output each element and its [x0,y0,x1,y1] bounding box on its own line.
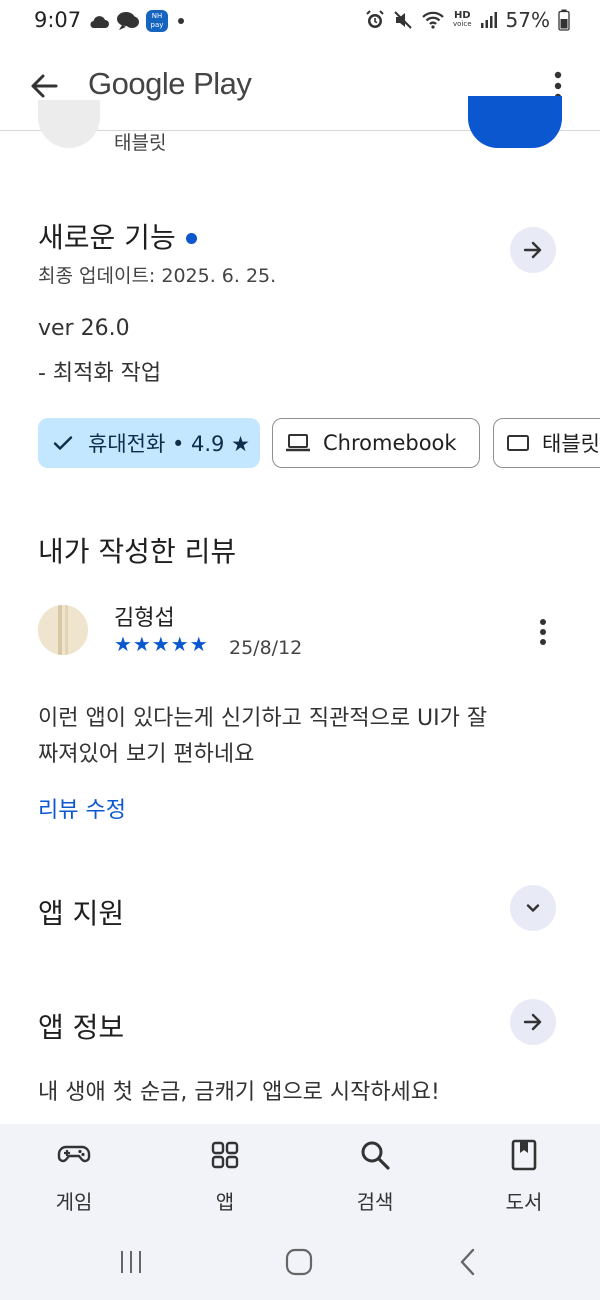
apps-grid-icon [211,1141,239,1169]
new-indicator-dot [185,233,197,244]
arrow-back-icon[interactable] [26,68,62,104]
review-text-line2: 짜져있어 보기 편하네요 [38,742,255,767]
hd-voice-icon: HD voice [453,11,472,29]
chip-tablet-label: 태블릿 [542,432,600,456]
my-review-title: 내가 작성한 리뷰 [38,535,237,568]
alarm-icon [366,10,384,28]
chip-chromebook[interactable]: Chromebook [272,418,480,468]
app-support-title[interactable]: 앱 지원 [38,892,124,932]
voice-label: voice [453,20,472,28]
chat-bubble-icon [117,12,139,30]
whats-new-arrow-button[interactable] [510,227,556,273]
search-icon [361,1141,390,1170]
edit-review-link[interactable]: 리뷰 수정 [38,792,126,824]
app-support-expand-button[interactable] [510,885,556,931]
avatar [38,605,88,655]
nav-item-games[interactable]: 게임 [24,1138,124,1215]
nav-label-search: 검색 [356,1190,394,1214]
chip-phone[interactable]: 휴대전화 • 4.9 ★ [38,418,260,468]
chip-chromebook-label: Chromebook [323,431,457,455]
arrow-forward-icon [523,241,542,259]
status-time: 9:07 [34,8,82,32]
nav-label-games: 게임 [55,1190,93,1214]
laptop-icon [286,434,310,452]
nav-item-books[interactable]: 도서 [474,1138,574,1215]
chip-phone-label: 휴대전화 • 4.9 ★ [88,432,250,456]
battery-icon [558,9,570,31]
app-info-description: 내 생애 첫 순금, 금캐기 앱으로 시작하세요! [38,1080,440,1105]
back-icon[interactable] [458,1248,478,1276]
avatar-image [38,605,88,655]
signal-icon [480,12,497,28]
recent-apps-icon[interactable] [118,1249,144,1275]
partial-subtitle: 태블릿 [114,132,167,154]
mute-icon [394,11,412,29]
arrow-forward-icon [523,1013,542,1031]
check-icon [53,436,73,450]
whats-new-title: 새로운 기능 [38,221,176,254]
cloud-icon [90,16,109,28]
chip-tablet[interactable]: 태블릿 [493,418,600,468]
review-author: 김형섭 [114,606,175,631]
review-text-line1: 이런 앱이 있다는게 신기하고 직관적으로 UI가 잘 [38,706,488,731]
nav-item-apps[interactable]: 앱 [175,1138,275,1215]
wifi-icon [422,11,444,29]
review-more-vert-icon[interactable] [536,617,550,647]
app-info-title[interactable]: 앱 정보 [38,1006,124,1046]
nav-item-search[interactable]: 검색 [325,1138,425,1215]
book-icon [511,1139,537,1171]
app-icon-partial [38,100,100,148]
dot-icon [178,18,184,24]
battery-percent: 57% [505,8,550,32]
install-button-partial[interactable] [468,96,562,148]
nav-label-apps: 앱 [215,1190,235,1214]
nav-label-books: 도서 [505,1190,543,1214]
home-icon[interactable] [285,1248,313,1276]
tablet-icon [507,435,529,451]
review-stars: ★★★★★ [114,632,209,656]
app-info-arrow-button[interactable] [510,999,556,1045]
status-bar: 9:07 NH pay HD voice 57% [0,0,600,44]
release-notes: - 최적화 작업 [38,361,162,386]
hd-label: HD [453,10,471,21]
whats-new-header[interactable]: 새로운 기능 [38,216,197,256]
chevron-down-icon [526,904,540,912]
review-date: 25/8/12 [229,637,303,659]
app-title: Google Play [88,66,252,101]
status-left-icons: NH pay [88,10,184,32]
nh-pay-icon: NH pay [146,10,168,32]
status-right-icons: HD voice 57% [365,8,570,32]
last-updated: 최종 업데이트: 2025. 6. 25. [38,265,277,287]
gamepad-icon [57,1145,91,1163]
version-text: ver 26.0 [38,316,130,341]
bottom-nav: 게임 앱 검색 도서 [0,1124,600,1300]
